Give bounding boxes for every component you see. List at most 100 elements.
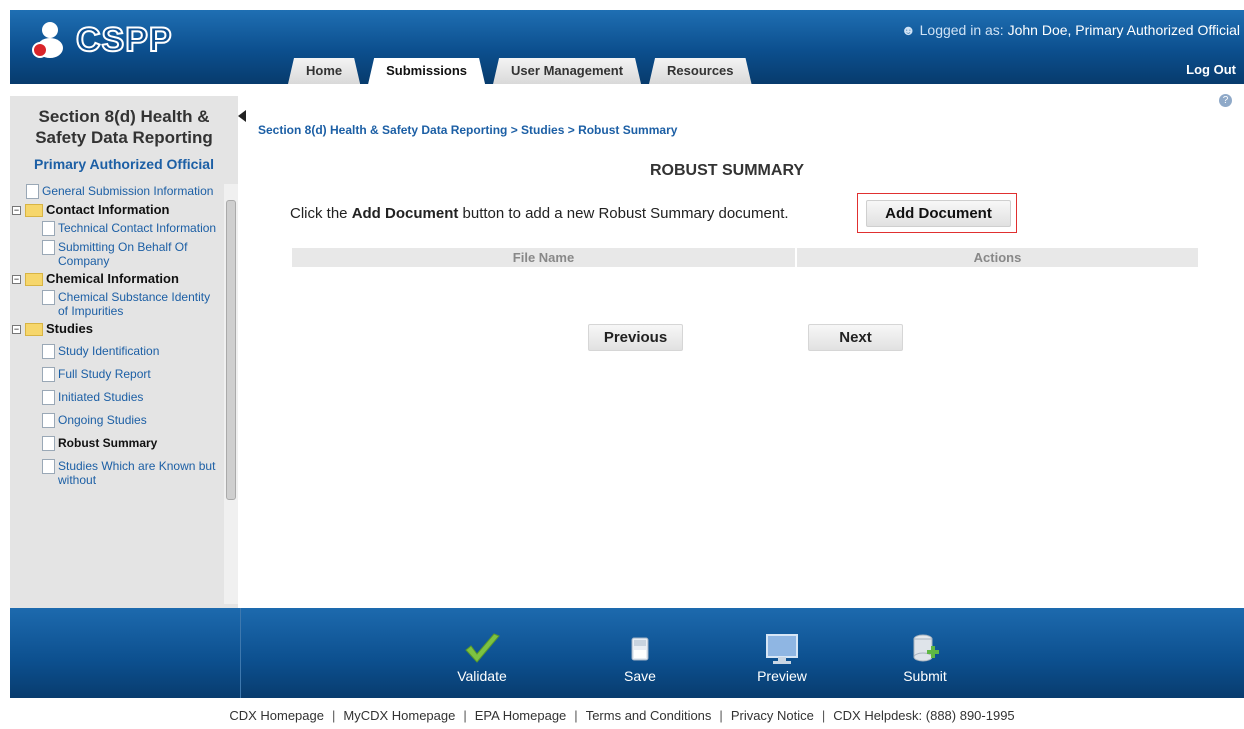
collapse-icon[interactable]: − [12,275,21,284]
footer: CDX Homepage | MyCDX Homepage | EPA Homepage… [0,708,1244,723]
document-icon [26,184,39,199]
tab-user-management[interactable]: User Management [493,58,641,84]
footer-separator: | [574,708,578,723]
tree-item-label: Studies Which are Known but without [58,459,216,487]
tree-item-label: Full Study Report [58,367,151,381]
save-label: Save [624,668,656,684]
document-icon [42,221,55,236]
document-icon [42,367,55,382]
tree-item-label: General Submission Information [42,184,214,198]
sidebar-title-line2: Safety Data Reporting [35,128,213,147]
main-tabs: Home Submissions User Management Resourc… [288,58,760,84]
documents-grid-header: File Name Actions [292,248,1198,267]
help-icon[interactable]: ? [1219,94,1232,107]
save-disk-icon [631,637,649,661]
tab-home[interactable]: Home [288,58,360,84]
monitor-icon [766,634,798,664]
folder-icon [25,323,43,336]
sidebar-scrollbar-thumb[interactable] [226,200,236,500]
logo-text: CSPP [75,20,173,60]
collapse-icon[interactable]: − [12,206,21,215]
people-logo-icon [32,22,63,58]
navigation-tree: General Submission Information − Contact… [12,182,222,489]
footer-separator: | [719,708,723,723]
add-document-button[interactable]: Add Document [866,200,1011,227]
sidebar: Section 8(d) Health & Safety Data Report… [10,96,238,608]
instruction-pre: Click the [290,205,352,222]
footer-link-cdx-homepage[interactable]: CDX Homepage [229,708,324,723]
tree-item-initiated-studies[interactable]: Initiated Studies [12,388,222,407]
tree-folder-label: Contact Information [46,202,170,217]
tree-item-label: Initiated Studies [58,390,144,404]
database-add-icon [913,634,939,662]
breadcrumb[interactable]: Section 8(d) Health & Safety Data Report… [258,123,677,137]
tab-submissions[interactable]: Submissions [368,58,485,84]
footer-link-mycdx-homepage[interactable]: MyCDX Homepage [343,708,455,723]
submit-button[interactable]: Submit [880,632,970,684]
instruction-text: Click the Add Document button to add a n… [290,205,789,222]
validate-label: Validate [457,668,507,684]
footer-separator: | [821,708,826,723]
document-icon [42,290,55,305]
tree-item-label: Ongoing Studies [58,413,147,427]
footer-separator: | [331,708,336,723]
footer-link-terms[interactable]: Terms and Conditions [586,708,712,723]
save-button[interactable]: Save [595,632,685,684]
tree-folder-label: Chemical Information [46,271,179,286]
document-icon [42,240,55,255]
folder-icon [25,273,43,286]
folder-icon [25,204,43,217]
column-header-actions: Actions [973,250,1022,265]
cspp-logo[interactable]: CSPP [30,18,173,62]
document-icon [42,390,55,405]
tree-item-full-study-report[interactable]: Full Study Report [12,365,222,384]
tree-item-study-identification[interactable]: Study Identification [12,342,222,361]
logout-link[interactable]: Log Out [1186,62,1236,77]
tree-item-label: Submitting On Behalf Of Company [58,240,188,268]
instruction-bold: Add Document [351,205,459,222]
tree-item-ongoing-studies[interactable]: Ongoing Studies [12,411,222,430]
sidebar-role: Primary Authorized Official [34,156,214,172]
tree-item-label: Technical Contact Information [58,221,217,235]
checkmark-icon [465,633,500,663]
document-icon [42,344,55,359]
logged-in-status: ☻ Logged in as: John Doe, Primary Author… [901,22,1240,38]
tree-item-label: Chemical Substance Identity of Impuritie… [58,290,211,318]
tree-folder-contact-information[interactable]: − Contact Information [12,201,222,219]
tree-item-submitting-behalf[interactable]: Submitting On Behalf Of Company [12,238,222,270]
tree-item-technical-contact[interactable]: Technical Contact Information [12,219,222,238]
collapse-icon[interactable]: − [12,325,21,334]
tree-item-label: Study Identification [58,344,160,358]
footer-link-helpdesk[interactable]: CDX Helpdesk: (888) 890-1995 [833,708,1014,723]
document-icon [42,436,55,451]
logged-in-label: Logged in as: [919,22,1004,38]
previous-button[interactable]: Previous [588,324,683,351]
tree-item-studies-known[interactable]: Studies Which are Known but without [12,457,222,489]
tree-item-label-selected: Robust Summary [58,436,158,450]
sidebar-title: Section 8(d) Health & Safety Data Report… [10,106,238,148]
footer-link-epa-homepage[interactable]: EPA Homepage [475,708,567,723]
tree-item-general-submission[interactable]: General Submission Information [12,182,222,201]
sidebar-scrollbar[interactable] [224,184,238,604]
footer-separator: | [463,708,467,723]
instruction-post: button to add a new Robust Summary docum… [458,205,789,222]
tree-item-chemical-substance[interactable]: Chemical Substance Identity of Impuritie… [12,288,222,320]
page-title: ROBUST SUMMARY [650,162,805,179]
collapse-sidebar-icon[interactable] [238,110,246,122]
submit-label: Submit [903,668,947,684]
app-window: CSPP ☻ Logged in as: John Doe, Primary A… [0,0,1244,729]
validate-button[interactable]: Validate [437,632,527,684]
sidebar-title-line1: Section 8(d) Health & [38,107,210,126]
next-button[interactable]: Next [808,324,903,351]
footer-link-privacy[interactable]: Privacy Notice [731,708,814,723]
action-bar: Validate Save Preview Submit [10,608,1244,698]
preview-button[interactable]: Preview [737,632,827,684]
tree-folder-chemical-information[interactable]: − Chemical Information [12,270,222,288]
header-bar: CSPP ☻ Logged in as: John Doe, Primary A… [10,10,1244,84]
action-bar-divider [240,608,241,698]
column-header-file-name[interactable]: File Name [292,248,797,267]
tree-folder-studies[interactable]: − Studies [12,320,222,338]
tree-item-robust-summary[interactable]: Robust Summary [12,434,222,453]
tab-resources[interactable]: Resources [649,58,751,84]
tree-folder-label: Studies [46,321,93,336]
